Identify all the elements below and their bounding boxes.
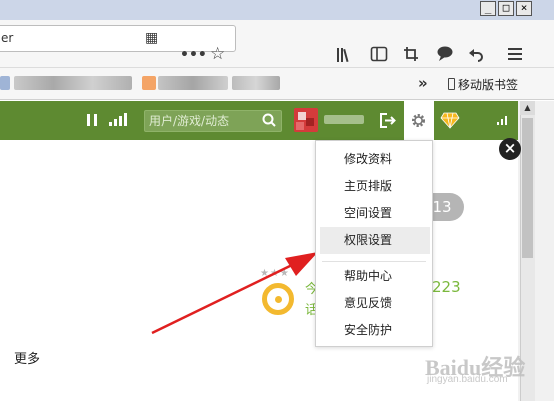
menu-item-homepage-layout[interactable]: 主页排版	[316, 173, 432, 200]
menu-item-space-settings[interactable]: 空间设置	[316, 200, 432, 227]
menu-item-edit-profile[interactable]: 修改资料	[316, 146, 432, 173]
baidu-watermark: Baidu经验 jingyan.baidu.com	[425, 350, 525, 385]
menu-divider	[322, 261, 426, 262]
annotation-arrow	[151, 252, 318, 335]
watermark-url: jingyan.baidu.com	[427, 374, 508, 385]
menu-item-security[interactable]: 安全防护	[316, 317, 432, 344]
settings-dropdown-menu: 修改资料 主页排版 空间设置 权限设置 帮助中心 意见反馈 安全防护	[315, 140, 433, 347]
menu-item-help-center[interactable]: 帮助中心	[316, 263, 432, 290]
menu-item-feedback[interactable]: 意见反馈	[316, 290, 432, 317]
menu-item-permission-settings[interactable]: 权限设置	[320, 227, 430, 254]
